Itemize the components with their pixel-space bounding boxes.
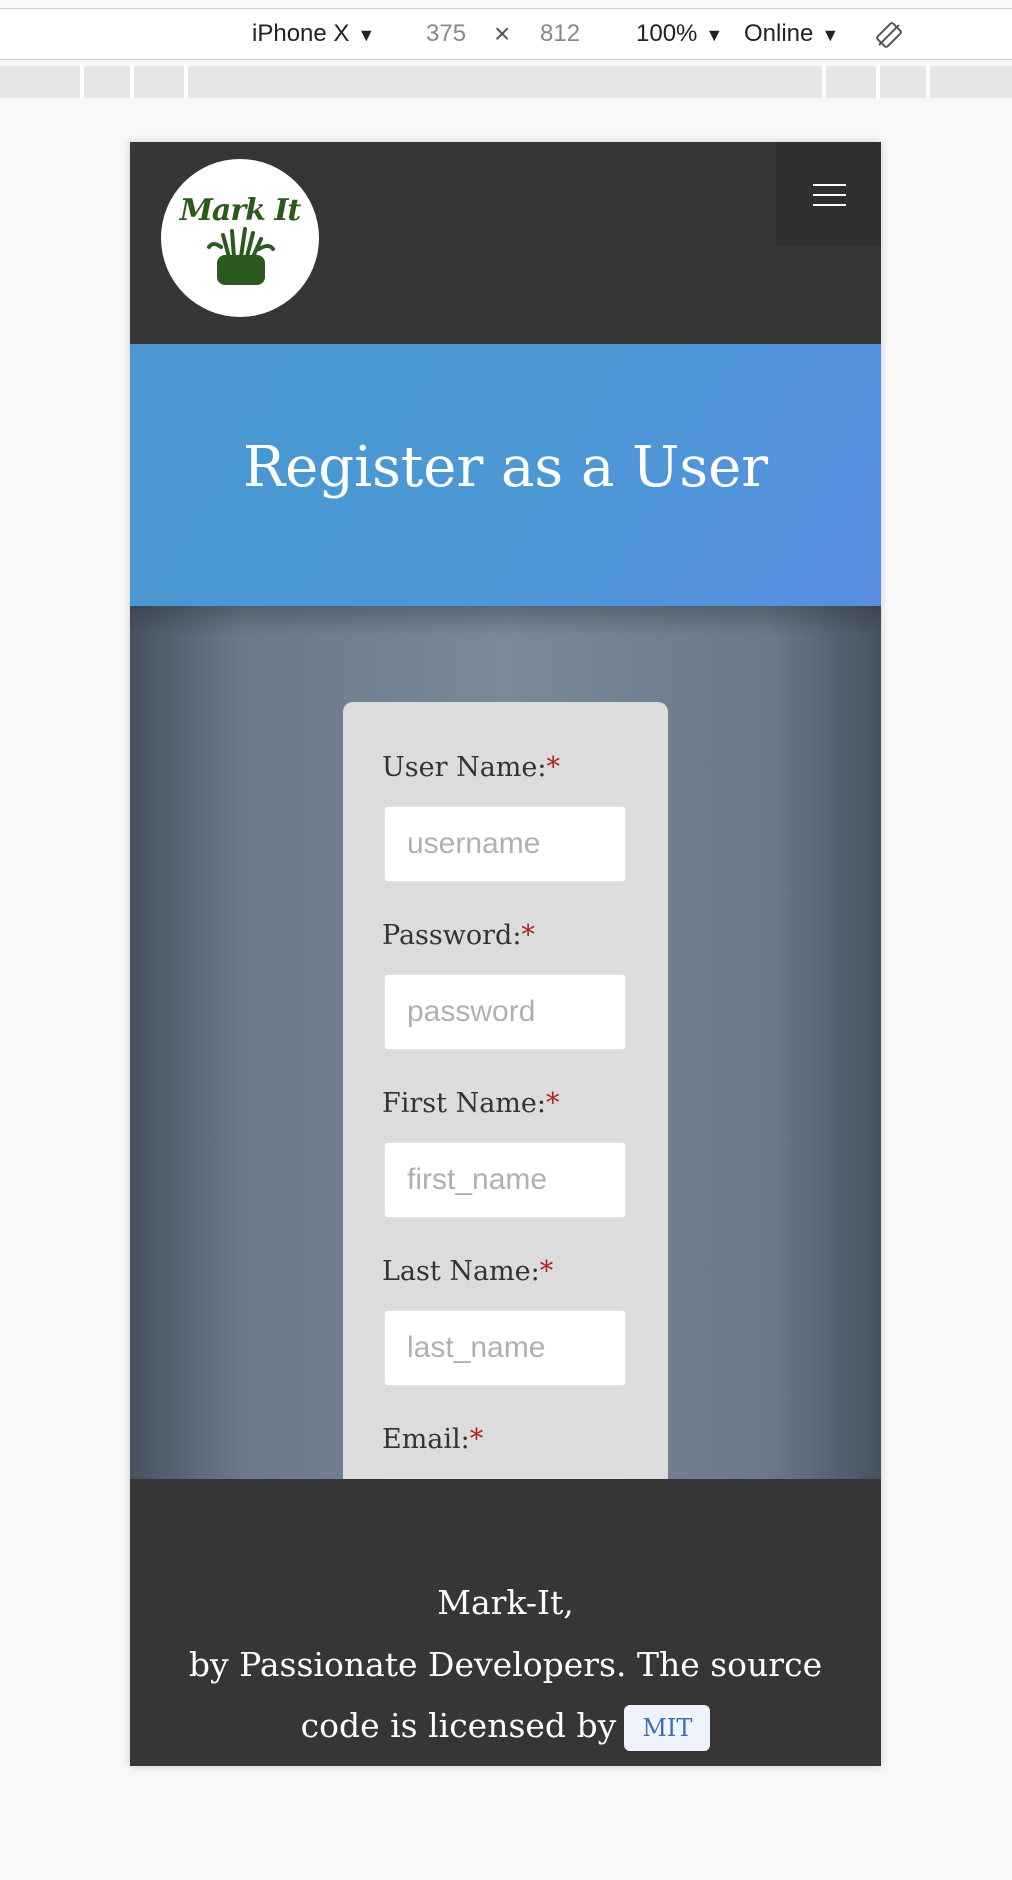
menu-bar-icon: [813, 194, 846, 196]
ruler-divider: [822, 66, 826, 98]
username-label: User Name:*: [382, 754, 560, 781]
logo[interactable]: Mark It: [161, 159, 319, 317]
zoom-select[interactable]: 100% ▼: [636, 9, 723, 59]
navbar: Mark It: [130, 142, 881, 344]
devtools-toolbar: iPhone X ▼ 375 × 812 100% ▼ Online ▼: [0, 8, 1012, 60]
required-marker: *: [546, 752, 560, 783]
ruler-divider: [130, 66, 134, 98]
footer-license-text: code is licensed by: [300, 1706, 617, 1745]
height-input[interactable]: 812: [540, 9, 580, 59]
required-marker: *: [539, 1256, 554, 1287]
plant-pot-icon: [207, 227, 275, 285]
email-label-text: Email:: [382, 1424, 470, 1455]
last-name-input[interactable]: [384, 1310, 626, 1386]
network-select[interactable]: Online ▼: [744, 9, 839, 59]
footer-brand: Mark-It,: [437, 1583, 574, 1622]
footer: Mark-It, by Passionate Developers. The s…: [130, 1479, 881, 1766]
last-name-label: Last Name:*: [382, 1258, 553, 1285]
footer-credit: by Passionate Developers. The source: [188, 1645, 823, 1684]
hero-banner: Register as a User: [130, 344, 881, 606]
page-title: Register as a User: [243, 435, 768, 500]
footer-license-line: code is licensed by MIT: [130, 1705, 881, 1751]
caret-down-icon: ▼: [357, 25, 376, 45]
width-input[interactable]: 375: [426, 9, 466, 59]
register-form: User Name:* Password:* First Name:* Last…: [343, 702, 668, 1479]
device-viewport: Mark It Register as a User User Name:* P…: [130, 142, 881, 1766]
ruler-divider: [184, 66, 188, 98]
first-name-input[interactable]: [384, 1142, 626, 1218]
password-label: Password:*: [382, 922, 535, 949]
logo-text: Mark It: [179, 193, 302, 228]
username-input[interactable]: [384, 806, 626, 882]
first-name-label: First Name:*: [382, 1090, 559, 1117]
caret-down-icon: ▼: [705, 25, 724, 45]
menu-bar-icon: [813, 184, 846, 186]
rotate-icon[interactable]: [876, 22, 902, 48]
required-marker: *: [469, 1424, 484, 1455]
media-query-ruler: [0, 66, 1012, 98]
last-name-label-text: Last Name:: [382, 1256, 540, 1287]
zoom-select-label: 100%: [636, 20, 698, 47]
required-marker: *: [521, 920, 535, 951]
device-select-label: iPhone X: [252, 20, 350, 47]
caret-down-icon: ▼: [821, 25, 840, 45]
device-select[interactable]: iPhone X ▼: [252, 9, 375, 59]
hamburger-menu-button[interactable]: [776, 142, 881, 246]
menu-bar-icon: [813, 204, 846, 206]
network-select-label: Online: [744, 20, 814, 47]
ruler-divider: [80, 66, 84, 98]
password-input[interactable]: [384, 974, 626, 1050]
times-icon: ×: [494, 18, 511, 49]
required-marker: *: [545, 1088, 560, 1119]
email-label: Email:*: [382, 1426, 483, 1453]
content-area: User Name:* Password:* First Name:* Last…: [130, 606, 881, 1479]
mit-license-link[interactable]: MIT: [624, 1705, 711, 1751]
username-label-text: User Name:: [382, 752, 547, 783]
ruler-divider: [926, 66, 930, 98]
first-name-label-text: First Name:: [382, 1088, 546, 1119]
password-label-text: Password:: [382, 920, 522, 951]
ruler-divider: [876, 66, 880, 98]
